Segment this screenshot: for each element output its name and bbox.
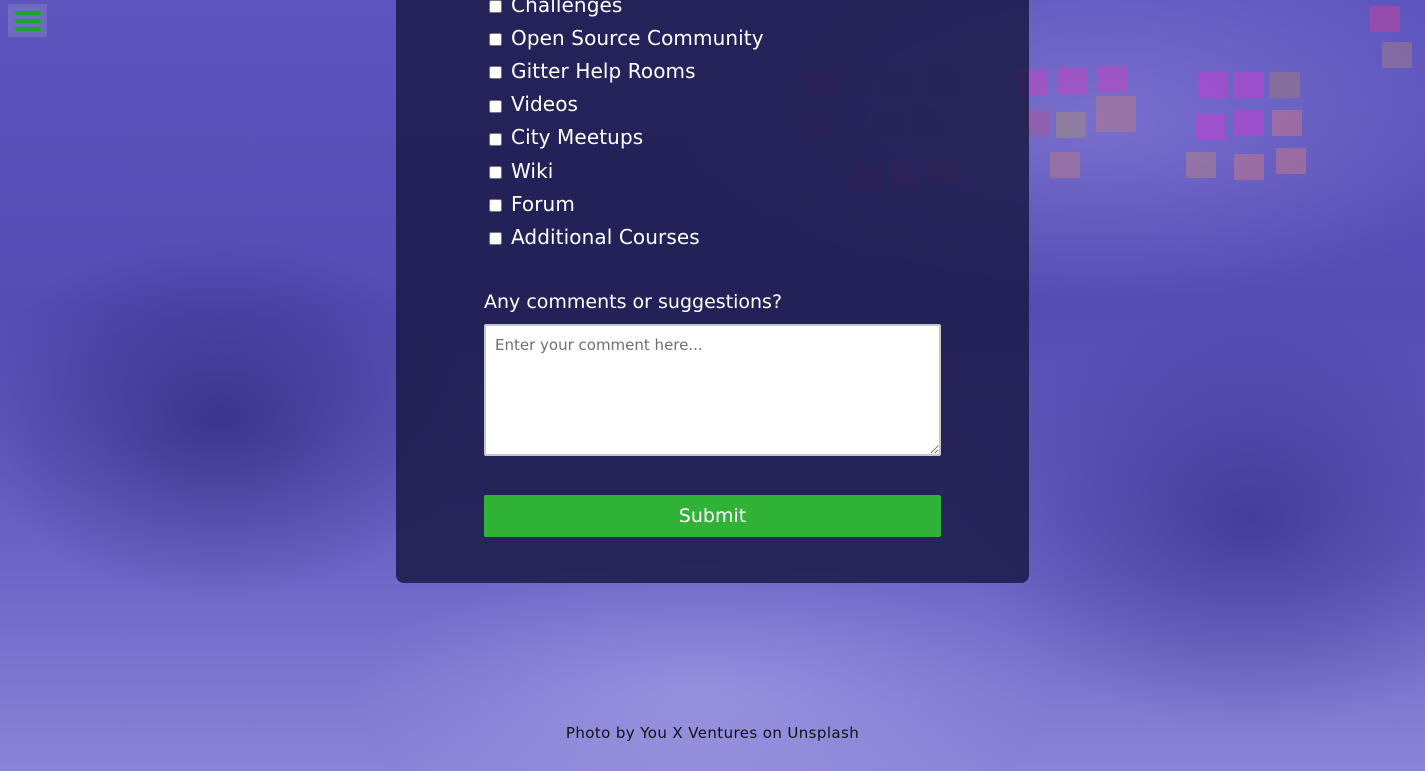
decor: [1272, 110, 1302, 136]
checkbox-label[interactable]: Forum: [511, 192, 575, 216]
decor: [1096, 96, 1136, 132]
decor: [1198, 72, 1228, 98]
menu-bar: [14, 26, 41, 31]
option-wiki: Wiki: [488, 154, 764, 187]
decor: [1098, 66, 1128, 92]
checkbox-open-source-community[interactable]: [489, 33, 502, 47]
checkbox-city-meetups[interactable]: [489, 132, 502, 146]
option-open-source-community: Open Source Community: [488, 21, 764, 54]
submit-button[interactable]: Submit: [484, 495, 941, 537]
photo-credit: Photo by You X Ventures on Unsplash: [565, 724, 860, 742]
checkbox-label[interactable]: Wiki: [511, 159, 553, 183]
checkbox-challenges[interactable]: [489, 0, 502, 14]
option-city-meetups: City Meetups: [488, 121, 764, 154]
checkbox-label[interactable]: Open Source Community: [511, 26, 764, 50]
comment-textarea[interactable]: [484, 324, 941, 456]
checkbox-forum[interactable]: [489, 199, 502, 213]
resources-checkbox-list: Challenges Open Source Community Gitter …: [488, 0, 764, 254]
option-additional-courses: Additional Courses: [488, 220, 764, 253]
decor: [1058, 68, 1088, 94]
checkbox-label[interactable]: Additional Courses: [511, 225, 700, 249]
checkbox-label[interactable]: City Meetups: [511, 125, 643, 149]
decor: [1056, 112, 1086, 138]
decor: [1276, 148, 1306, 174]
checkbox-gitter-help-rooms[interactable]: [489, 66, 502, 80]
checkbox-label[interactable]: Gitter Help Rooms: [511, 59, 696, 83]
menu-bar: [14, 18, 41, 23]
decor: [1234, 72, 1264, 98]
checkbox-label[interactable]: Challenges: [511, 0, 622, 17]
decor: [1370, 6, 1400, 32]
option-forum: Forum: [488, 187, 764, 220]
comments-label: Any comments or suggestions?: [484, 291, 783, 313]
decor: [1382, 42, 1412, 68]
checkbox-label[interactable]: Videos: [511, 92, 578, 116]
decor: [1234, 154, 1264, 180]
option-challenges: Challenges: [488, 0, 764, 21]
checkbox-wiki[interactable]: [489, 166, 502, 180]
option-videos: Videos: [488, 88, 764, 121]
menu-bar: [14, 10, 41, 15]
decor: [1050, 152, 1080, 178]
hamburger-menu-icon[interactable]: [8, 4, 47, 37]
checkbox-additional-courses[interactable]: [489, 232, 502, 246]
option-gitter-help-rooms: Gitter Help Rooms: [488, 54, 764, 87]
decor: [1234, 110, 1264, 136]
decor: [1270, 72, 1300, 98]
checkbox-videos[interactable]: [489, 99, 502, 113]
decor: [1186, 152, 1216, 178]
decor: [1196, 114, 1226, 140]
